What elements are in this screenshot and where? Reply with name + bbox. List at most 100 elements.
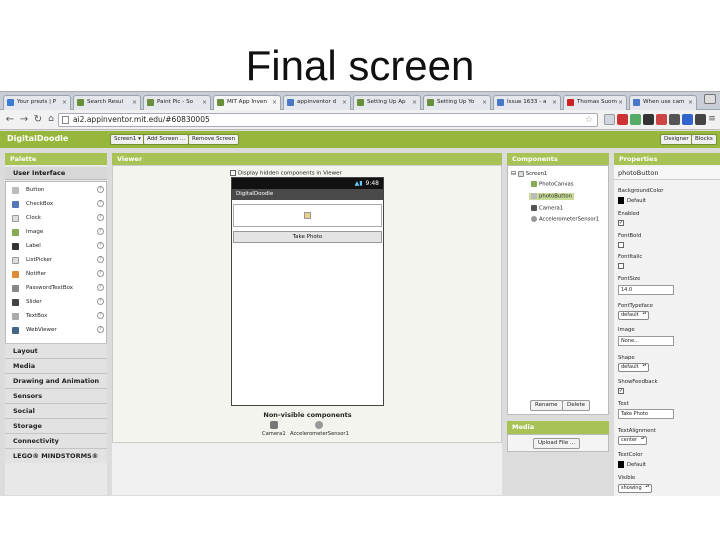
help-icon[interactable]: ?: [97, 284, 104, 291]
palette-item-checkbox[interactable]: CheckBox?: [10, 198, 106, 210]
extension-icon[interactable]: [695, 114, 706, 125]
palette-category-media[interactable]: Media: [5, 358, 107, 373]
delete-button[interactable]: Delete: [562, 400, 591, 411]
puzzle-icon[interactable]: [604, 114, 615, 125]
prop-image-input[interactable]: None...: [618, 336, 674, 346]
url-input[interactable]: ai2.appinventor.mit.edu/#60830005 ☆: [58, 113, 598, 127]
screen-select[interactable]: Screen1 ▾: [110, 134, 145, 145]
close-icon[interactable]: ×: [552, 96, 557, 109]
help-icon[interactable]: ?: [97, 228, 104, 235]
tree-item-photocanvas[interactable]: PhotoCanvas: [531, 181, 574, 188]
help-icon[interactable]: ?: [97, 214, 104, 221]
browser-tab[interactable]: Issue 1633 - a ×: [493, 95, 561, 110]
close-icon[interactable]: ×: [482, 96, 487, 109]
palette-category-layout[interactable]: Layout: [5, 343, 107, 358]
help-icon[interactable]: ?: [97, 270, 104, 277]
palette-item-webviewer[interactable]: WebViewer?: [10, 324, 106, 336]
close-icon[interactable]: ×: [618, 96, 623, 109]
close-icon[interactable]: ×: [132, 96, 137, 109]
upload-file-button[interactable]: Upload File ...: [533, 438, 581, 449]
prop-fonttypeface-select[interactable]: default: [618, 311, 649, 320]
tree-item-accelerometer[interactable]: AccelerometerSensor1: [531, 216, 599, 223]
close-icon[interactable]: ×: [272, 96, 277, 109]
browser-tab[interactable]: Search Resul ×: [73, 95, 141, 110]
prop-fontbold-checkbox[interactable]: [618, 242, 624, 248]
checkbox-icon[interactable]: [230, 170, 236, 176]
browser-tab[interactable]: Your prezis | P ×: [3, 95, 71, 110]
close-icon[interactable]: ×: [412, 96, 417, 109]
prop-visible-select[interactable]: showing: [618, 484, 652, 493]
prop-textalignment-select[interactable]: center: [618, 436, 648, 445]
blocks-button[interactable]: Blocks: [691, 134, 717, 145]
help-icon[interactable]: ?: [97, 242, 104, 249]
prop-shape-select[interactable]: default: [618, 363, 649, 372]
forward-icon[interactable]: →: [18, 113, 30, 126]
help-icon[interactable]: ?: [97, 326, 104, 333]
palette-item-notifier[interactable]: Notifier?: [10, 268, 106, 280]
palette-category-social[interactable]: Social: [5, 403, 107, 418]
browser-tab[interactable]: appinventor d ×: [283, 95, 351, 110]
window-control-icon[interactable]: [704, 94, 716, 104]
palette-item-textbox[interactable]: TextBox?: [10, 310, 106, 322]
palette-item-listpicker[interactable]: ListPicker?: [10, 254, 106, 266]
help-icon[interactable]: ?: [97, 256, 104, 263]
browser-tab[interactable]: Setting Up Ap ×: [353, 95, 421, 110]
tree-item-camera1[interactable]: Camera1: [531, 205, 563, 212]
collapse-icon[interactable]: ⊟: [511, 170, 516, 177]
close-icon[interactable]: ×: [688, 96, 693, 109]
help-icon[interactable]: ?: [97, 200, 104, 207]
close-icon[interactable]: ×: [202, 96, 207, 109]
palette-category-storage[interactable]: Storage: [5, 418, 107, 433]
menu-icon[interactable]: ≡: [706, 113, 718, 126]
star-icon[interactable]: ☆: [585, 114, 593, 126]
prop-fontitalic-checkbox[interactable]: [618, 263, 624, 269]
browser-tab-active[interactable]: MIT App Inven ×: [213, 95, 281, 110]
prop-fontsize-input[interactable]: 14.0: [618, 285, 674, 295]
help-icon[interactable]: ?: [97, 312, 104, 319]
help-icon[interactable]: ?: [97, 298, 104, 305]
palette-item-passwordtextbox[interactable]: PasswordTextBox?: [10, 282, 106, 294]
close-icon[interactable]: ×: [342, 96, 347, 109]
close-icon[interactable]: ×: [62, 96, 67, 109]
palette-category-connectivity[interactable]: Connectivity: [5, 433, 107, 448]
extension-icon[interactable]: [630, 114, 641, 125]
palette-item-slider[interactable]: Slider?: [10, 296, 106, 308]
home-icon[interactable]: ⌂: [45, 113, 57, 126]
prop-enabled-checkbox[interactable]: ✓: [618, 220, 624, 226]
browser-tab[interactable]: Thomas Suom ×: [563, 95, 627, 110]
nonvisible-accelerometer[interactable]: AccelerometerSensor1: [290, 421, 349, 437]
palette-item-label[interactable]: Label?: [10, 240, 106, 252]
browser-tab[interactable]: When use cam ×: [629, 95, 697, 110]
palette-item-button[interactable]: Button?: [10, 184, 106, 196]
nonvisible-camera[interactable]: Camera1: [262, 421, 286, 437]
back-icon[interactable]: ←: [4, 113, 16, 126]
reload-icon[interactable]: ↻: [32, 113, 44, 126]
photo-canvas[interactable]: [233, 204, 382, 227]
tree-item-screen1[interactable]: ⊟ Screen1: [511, 170, 547, 177]
palette-category-lego[interactable]: LEGO® MINDSTORMS®: [5, 448, 107, 463]
display-hidden-checkbox[interactable]: Display hidden components in Viewer: [230, 170, 342, 177]
abp-icon[interactable]: [617, 114, 628, 125]
palette-category-sensors[interactable]: Sensors: [5, 388, 107, 403]
prop-text-input[interactable]: Take Photo: [618, 409, 674, 419]
palette-category-drawing[interactable]: Drawing and Animation: [5, 373, 107, 388]
add-screen-button[interactable]: Add Screen ...: [143, 134, 190, 145]
take-photo-button[interactable]: Take Photo: [233, 231, 382, 243]
tree-item-photobutton[interactable]: photoButton: [529, 193, 575, 200]
rename-button[interactable]: Rename: [530, 400, 563, 411]
palette-category-user-interface[interactable]: User Interface: [5, 167, 107, 180]
browser-tab[interactable]: Paint Pic - So ×: [143, 95, 211, 110]
browser-tab[interactable]: Setting Up Yo ×: [423, 95, 491, 110]
designer-button[interactable]: Designer: [660, 134, 693, 145]
prop-textcolor-value[interactable]: Default: [618, 461, 646, 468]
palette-item-image[interactable]: Image?: [10, 226, 106, 238]
prop-showfeedback-checkbox[interactable]: ✓: [618, 388, 624, 394]
bookmark-icon[interactable]: [643, 114, 654, 125]
palette-item-clock[interactable]: Clock?: [10, 212, 106, 224]
help-icon[interactable]: ?: [97, 186, 104, 193]
extension-icon[interactable]: [669, 114, 680, 125]
extension-icon[interactable]: [656, 114, 667, 125]
prop-backgroundcolor-value[interactable]: Default: [618, 197, 646, 204]
remove-screen-button[interactable]: Remove Screen: [188, 134, 239, 145]
extension-icon[interactable]: [682, 114, 693, 125]
